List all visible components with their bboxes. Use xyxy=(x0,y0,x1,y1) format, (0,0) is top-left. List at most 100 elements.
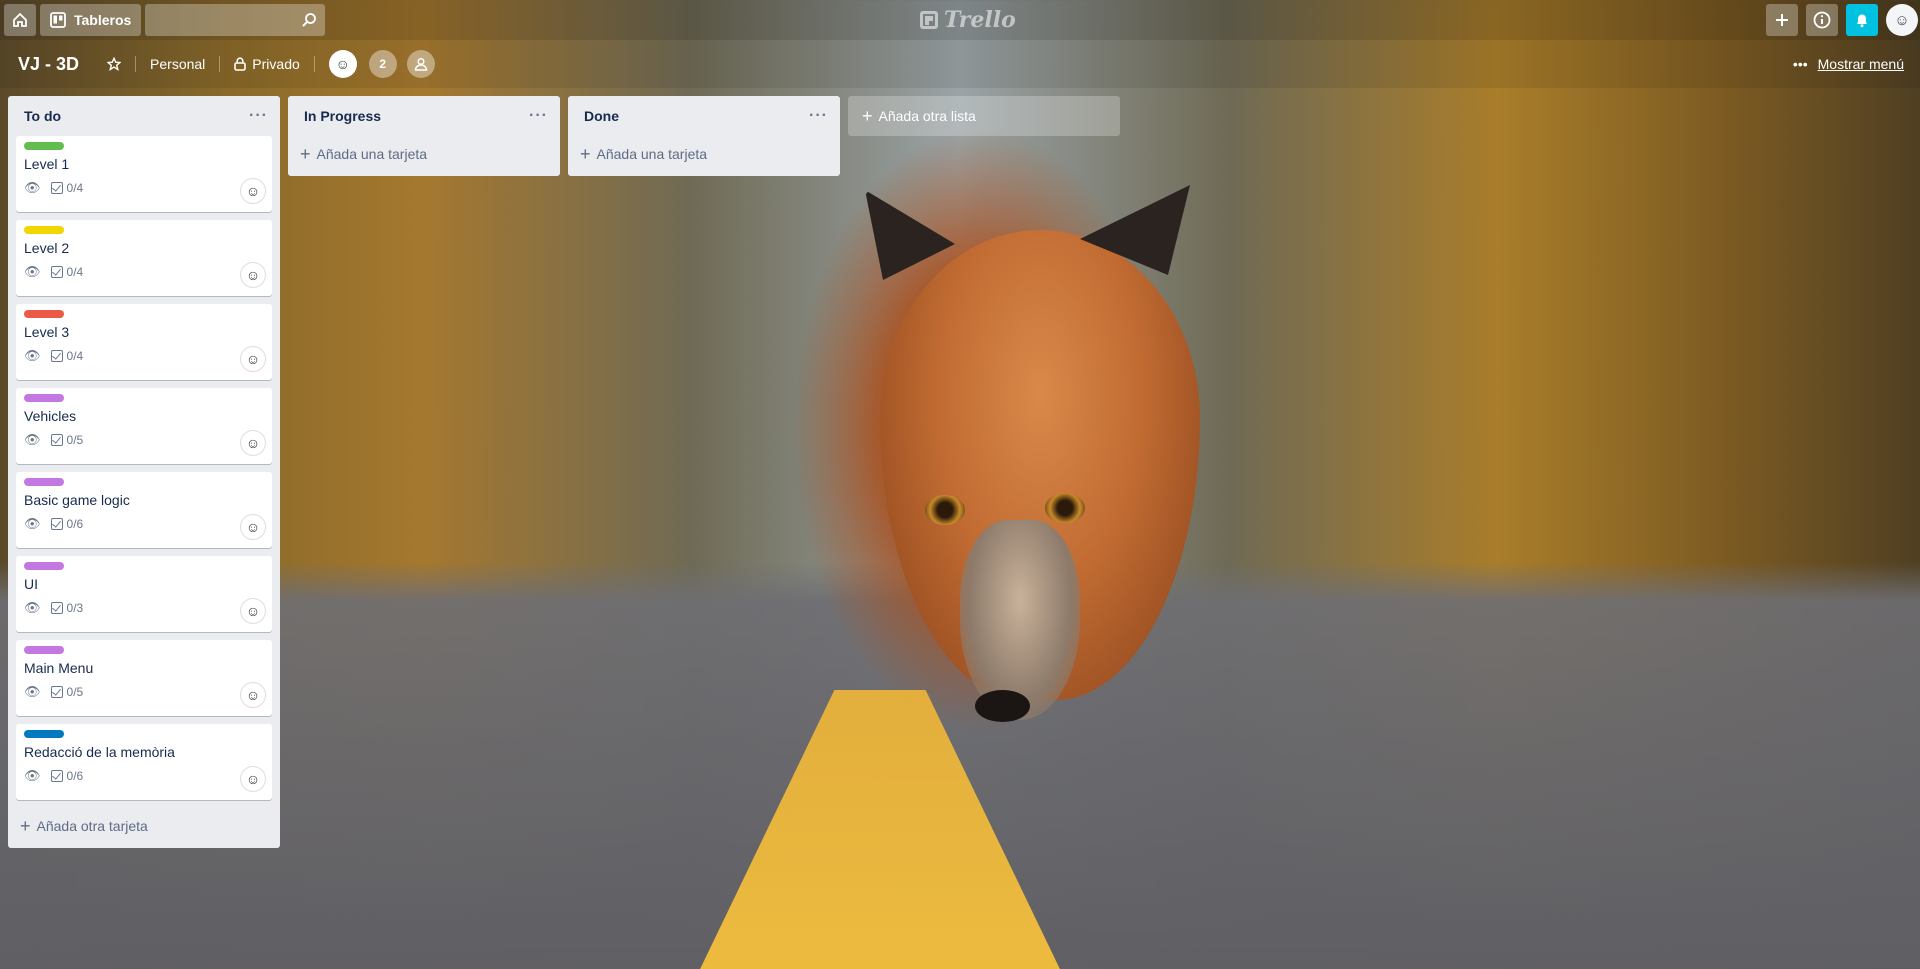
card-title: Vehicles xyxy=(24,408,77,424)
watch-icon: 👁 xyxy=(24,180,41,195)
list-header[interactable]: To do ··· xyxy=(16,96,272,136)
watch-icon: 👁 xyxy=(24,516,41,531)
home-icon xyxy=(13,12,27,27)
card-label[interactable] xyxy=(24,562,64,570)
add-card-label: Añada una tarjeta xyxy=(316,146,428,162)
checklist-badge: 0/4 xyxy=(50,181,84,195)
checklist-count: 0/6 xyxy=(66,517,84,531)
add-card-label: Añada una tarjeta xyxy=(596,146,708,162)
create-button[interactable] xyxy=(1766,4,1798,36)
checklist-count: 0/3 xyxy=(66,601,84,615)
plus-icon xyxy=(1776,14,1788,26)
divider xyxy=(135,56,137,72)
card-member-avatar[interactable]: ☺ xyxy=(240,514,266,540)
card[interactable]: Basic game logic 👁 0/6 ☺ xyxy=(16,472,272,548)
card-title: Level 3 xyxy=(24,324,70,340)
invite-member-button[interactable] xyxy=(406,50,435,78)
card-member-avatar[interactable]: ☺ xyxy=(240,766,266,792)
checklist-badge: 0/6 xyxy=(50,517,84,531)
search-input[interactable] xyxy=(145,12,286,28)
card[interactable]: Level 1 👁 0/4 ☺ xyxy=(16,136,272,212)
lock-icon xyxy=(234,57,247,71)
watch-icon: 👁 xyxy=(24,432,41,447)
team-label: Personal xyxy=(150,56,206,72)
list-in-progress: In Progress ··· + Añada una tarjeta xyxy=(288,96,560,176)
search-icon[interactable] xyxy=(301,12,317,28)
card-member-avatar[interactable]: ☺ xyxy=(240,178,266,204)
checklist-icon xyxy=(50,182,63,194)
card-label[interactable] xyxy=(24,478,64,486)
add-member-icon xyxy=(414,57,428,71)
checklist-icon xyxy=(50,686,63,698)
boards-button[interactable]: Tableros xyxy=(40,4,142,36)
search-box[interactable] xyxy=(145,4,326,36)
list-title[interactable]: To do xyxy=(24,108,61,124)
add-card-button[interactable]: + Añada una tarjeta xyxy=(296,136,552,172)
plus-icon: + xyxy=(580,143,591,164)
home-button[interactable] xyxy=(4,4,36,36)
card[interactable]: Main Menu 👁 0/5 ☺ xyxy=(16,640,272,716)
visibility-button[interactable]: Privado xyxy=(224,48,309,80)
add-card-button[interactable]: + Añada una tarjeta xyxy=(576,136,832,172)
card-member-avatar[interactable]: ☺ xyxy=(240,430,266,456)
trello-logo-text: Trello xyxy=(944,7,1016,33)
boards-label: Tableros xyxy=(74,12,132,28)
board-title[interactable]: VJ - 3D xyxy=(18,54,79,75)
checklist-icon xyxy=(50,266,63,278)
member-avatar[interactable]: ☺ xyxy=(328,50,357,78)
card-member-avatar[interactable]: ☺ xyxy=(240,682,266,708)
info-button[interactable] xyxy=(1806,4,1838,36)
user-avatar[interactable]: ☺ xyxy=(1886,4,1918,36)
card-label[interactable] xyxy=(24,394,64,402)
card-member-avatar[interactable]: ☺ xyxy=(240,346,266,372)
card-member-avatar[interactable]: ☺ xyxy=(240,598,266,624)
show-menu-button[interactable]: ••• Mostrar menú xyxy=(1793,48,1904,80)
watch-icon: 👁 xyxy=(24,684,41,699)
list-header[interactable]: Done ··· xyxy=(576,96,832,136)
checklist-count: 0/4 xyxy=(66,181,84,195)
checklist-icon xyxy=(50,602,63,614)
more-icon: ••• xyxy=(1792,56,1808,72)
list-title[interactable]: Done xyxy=(584,108,619,124)
card[interactable]: Level 3 👁 0/4 ☺ xyxy=(16,304,272,380)
list-menu-icon[interactable]: ··· xyxy=(809,107,828,125)
card-badges: 👁 0/5 xyxy=(24,684,264,700)
list-title[interactable]: In Progress xyxy=(304,108,381,124)
list-header[interactable]: In Progress ··· xyxy=(296,96,552,136)
star-icon xyxy=(107,57,122,71)
card-label[interactable] xyxy=(24,226,64,234)
card-label[interactable] xyxy=(24,142,64,150)
add-card-button[interactable]: + Añada otra tarjeta xyxy=(16,808,272,844)
card-badges: 👁 0/6 xyxy=(24,768,264,784)
member-avatar-icon: ☺ xyxy=(335,56,350,72)
card-label[interactable] xyxy=(24,310,64,318)
watch-icon: 👁 xyxy=(24,264,41,279)
list-menu-icon[interactable]: ··· xyxy=(249,107,268,125)
plus-icon: + xyxy=(862,105,873,126)
member-count-badge[interactable]: 2 xyxy=(368,50,397,78)
checklist-badge: 0/6 xyxy=(50,769,83,783)
checklist-badge: 0/4 xyxy=(50,265,83,279)
card-title: Redacció de la memòria xyxy=(24,744,175,760)
card-title: Level 2 xyxy=(24,240,70,256)
trello-logo[interactable]: Trello xyxy=(920,6,1016,34)
card-title: Main Menu xyxy=(24,660,94,676)
card-member-avatar[interactable]: ☺ xyxy=(240,262,266,288)
card-label[interactable] xyxy=(24,730,64,738)
top-nav-right: ☺ xyxy=(1766,4,1918,36)
plus-icon: + xyxy=(20,815,31,836)
card-badges: 👁 0/5 xyxy=(24,432,264,448)
card-label[interactable] xyxy=(24,646,64,654)
list-menu-icon[interactable]: ··· xyxy=(529,107,548,125)
team-button[interactable]: Personal xyxy=(140,48,215,80)
card[interactable]: Level 2 👁 0/4 ☺ xyxy=(16,220,272,296)
card-badges: 👁 0/4 xyxy=(24,348,264,364)
notifications-button[interactable] xyxy=(1846,4,1878,36)
add-list-button[interactable]: + Añada otra lista xyxy=(848,96,1120,136)
star-board-button[interactable] xyxy=(97,48,131,80)
divider xyxy=(313,56,315,72)
card[interactable]: UI 👁 0/3 ☺ xyxy=(16,556,272,632)
card[interactable]: Vehicles 👁 0/5 ☺ xyxy=(16,388,272,464)
board-lists: To do ··· Level 1 👁 0/4 ☺ Level 2 👁 0/4 … xyxy=(8,96,1120,848)
card[interactable]: Redacció de la memòria 👁 0/6 ☺ xyxy=(16,724,272,800)
